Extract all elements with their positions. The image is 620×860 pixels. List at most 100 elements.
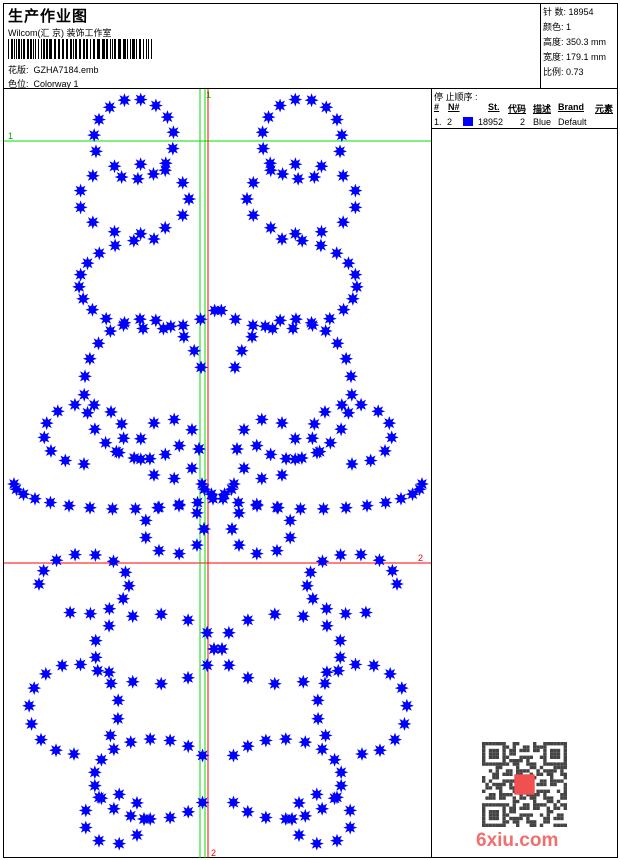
- rhinestone-flower: [154, 676, 169, 691]
- rhinestone-flower: [130, 828, 144, 843]
- design-canvas: 1 2 1 2: [4, 89, 431, 858]
- table-row[interactable]: 1. 2 18952 2 Blue Default: [432, 115, 617, 129]
- rhinestone-flower: [372, 553, 387, 568]
- rhinestone-flower: [363, 453, 378, 468]
- rhinestone-flower: [43, 495, 58, 510]
- rhinestone-flower: [237, 461, 251, 476]
- rhinestone-flower: [397, 716, 412, 731]
- rhinestone-flower: [245, 318, 260, 333]
- rhinestone-flower: [263, 447, 278, 462]
- rhinestone-flower: [73, 267, 88, 282]
- rhinestone-flower: [32, 577, 46, 591]
- rhinestone-flower: [181, 670, 196, 685]
- rhinestone-flower: [88, 650, 103, 665]
- rhinestone-flower: [200, 625, 215, 640]
- row-brand: Default: [558, 117, 587, 127]
- rhinestone-flower: [305, 431, 320, 446]
- col-desc: 描述: [533, 104, 552, 114]
- rhinestone-flower: [50, 404, 65, 419]
- rhinestone-flower: [160, 110, 175, 125]
- stats-box: 针 数: 18954 颜色: 1 高度: 350.3 mm 宽度: 179.1 …: [540, 4, 617, 89]
- rhinestone-flower: [382, 416, 397, 431]
- design-label: 花版:: [8, 65, 29, 75]
- rhinestone-flower: [258, 810, 273, 825]
- rhinestone-flower: [319, 601, 334, 616]
- rhinestone-flower: [175, 208, 190, 223]
- rhinestone-flower: [336, 168, 351, 183]
- rhinestone-flower: [88, 548, 103, 562]
- rhinestone-flower: [283, 513, 298, 528]
- rhinestone-flower: [172, 438, 187, 453]
- col-needle: N#: [448, 102, 460, 112]
- rhinestone-flower: [130, 795, 144, 810]
- rhinestone-flower: [103, 728, 118, 743]
- rhinestone-flower: [341, 256, 356, 271]
- guide-label-v1: 1: [206, 90, 211, 100]
- rhinestone-flower: [267, 607, 282, 622]
- rhinestone-flower: [348, 183, 363, 198]
- rhinestone-flower: [215, 642, 229, 656]
- rhinestone-flower: [234, 343, 249, 358]
- rhinestone-flower: [110, 711, 125, 726]
- rhinestone-flower: [181, 613, 196, 628]
- rhinestone-flower: [138, 530, 153, 545]
- rhinestone-flower: [154, 607, 169, 622]
- rhinestone-flower: [147, 416, 161, 430]
- rhinestone-flower: [390, 577, 404, 591]
- rhinestone-flower: [394, 681, 409, 696]
- rhinestone-flower: [158, 447, 173, 462]
- rhinestone-flower: [176, 329, 191, 344]
- rhinestone-flower: [133, 92, 148, 107]
- rhinestone-flower: [78, 820, 93, 835]
- design-file-line: 花版: GZHA7184.emb: [8, 63, 99, 76]
- rhinestone-flower: [38, 666, 53, 681]
- rhinestone-flower: [91, 336, 106, 351]
- guide-label-v2: 2: [211, 848, 216, 858]
- rhinestone-flower: [82, 351, 97, 366]
- rhinestone-flower: [166, 125, 181, 140]
- rhinestone-flower: [7, 477, 21, 491]
- rhinestone-flower: [58, 453, 73, 468]
- col-index: #: [434, 102, 440, 112]
- rhinestone-flower: [240, 670, 255, 685]
- guide-label-h1: 1: [8, 131, 13, 141]
- rhinestone-flower: [102, 100, 117, 115]
- rhinestone-flower: [230, 442, 244, 456]
- rhinestone-flower: [383, 666, 398, 681]
- rhinestone-flower: [107, 224, 122, 239]
- studio-name: Wilcom(汇 京) 装饰工作室: [8, 28, 112, 38]
- rhinestone-flower: [104, 676, 118, 691]
- rhinestone-flower: [245, 329, 260, 344]
- rhinestone-flower: [298, 808, 313, 823]
- rhinestone-flower: [73, 657, 88, 672]
- rhinestone-flower: [175, 175, 190, 190]
- row-desc: Blue: [533, 117, 552, 127]
- rhinestone-flower: [261, 110, 276, 125]
- rhinestone-flower: [89, 144, 103, 159]
- rhinestone-flower: [355, 747, 369, 761]
- rhinestone-flower: [240, 192, 254, 206]
- rhinestone-flower: [237, 422, 251, 437]
- rhinestone-flower: [315, 742, 330, 757]
- rhinestone-flower: [348, 200, 363, 215]
- col-element: 元素: [595, 104, 614, 114]
- rhinestone-flower: [298, 735, 313, 750]
- rhinestone-flower: [114, 416, 129, 431]
- rhinestone-flower: [232, 538, 246, 553]
- rhinestone-flower: [34, 732, 48, 747]
- rhinestone-flower: [125, 674, 140, 689]
- rhinestone-flower: [106, 742, 121, 757]
- rhinestone-flower: [62, 498, 76, 513]
- rhinestone-flower: [87, 765, 102, 780]
- rhinestone-flower: [263, 220, 278, 235]
- rhinestone-flower: [197, 522, 211, 536]
- rhinestone-flower: [288, 452, 303, 467]
- rhinestone-flower: [36, 563, 51, 578]
- rhinestone-flower: [318, 728, 333, 743]
- rhinestone-flower: [67, 747, 81, 761]
- rhinestone-flower: [300, 578, 315, 593]
- rhinestone-flower: [344, 387, 359, 402]
- rhinestone-flower: [133, 452, 148, 467]
- rhinestone-flower: [78, 369, 92, 384]
- rhinestone-flower: [55, 658, 70, 673]
